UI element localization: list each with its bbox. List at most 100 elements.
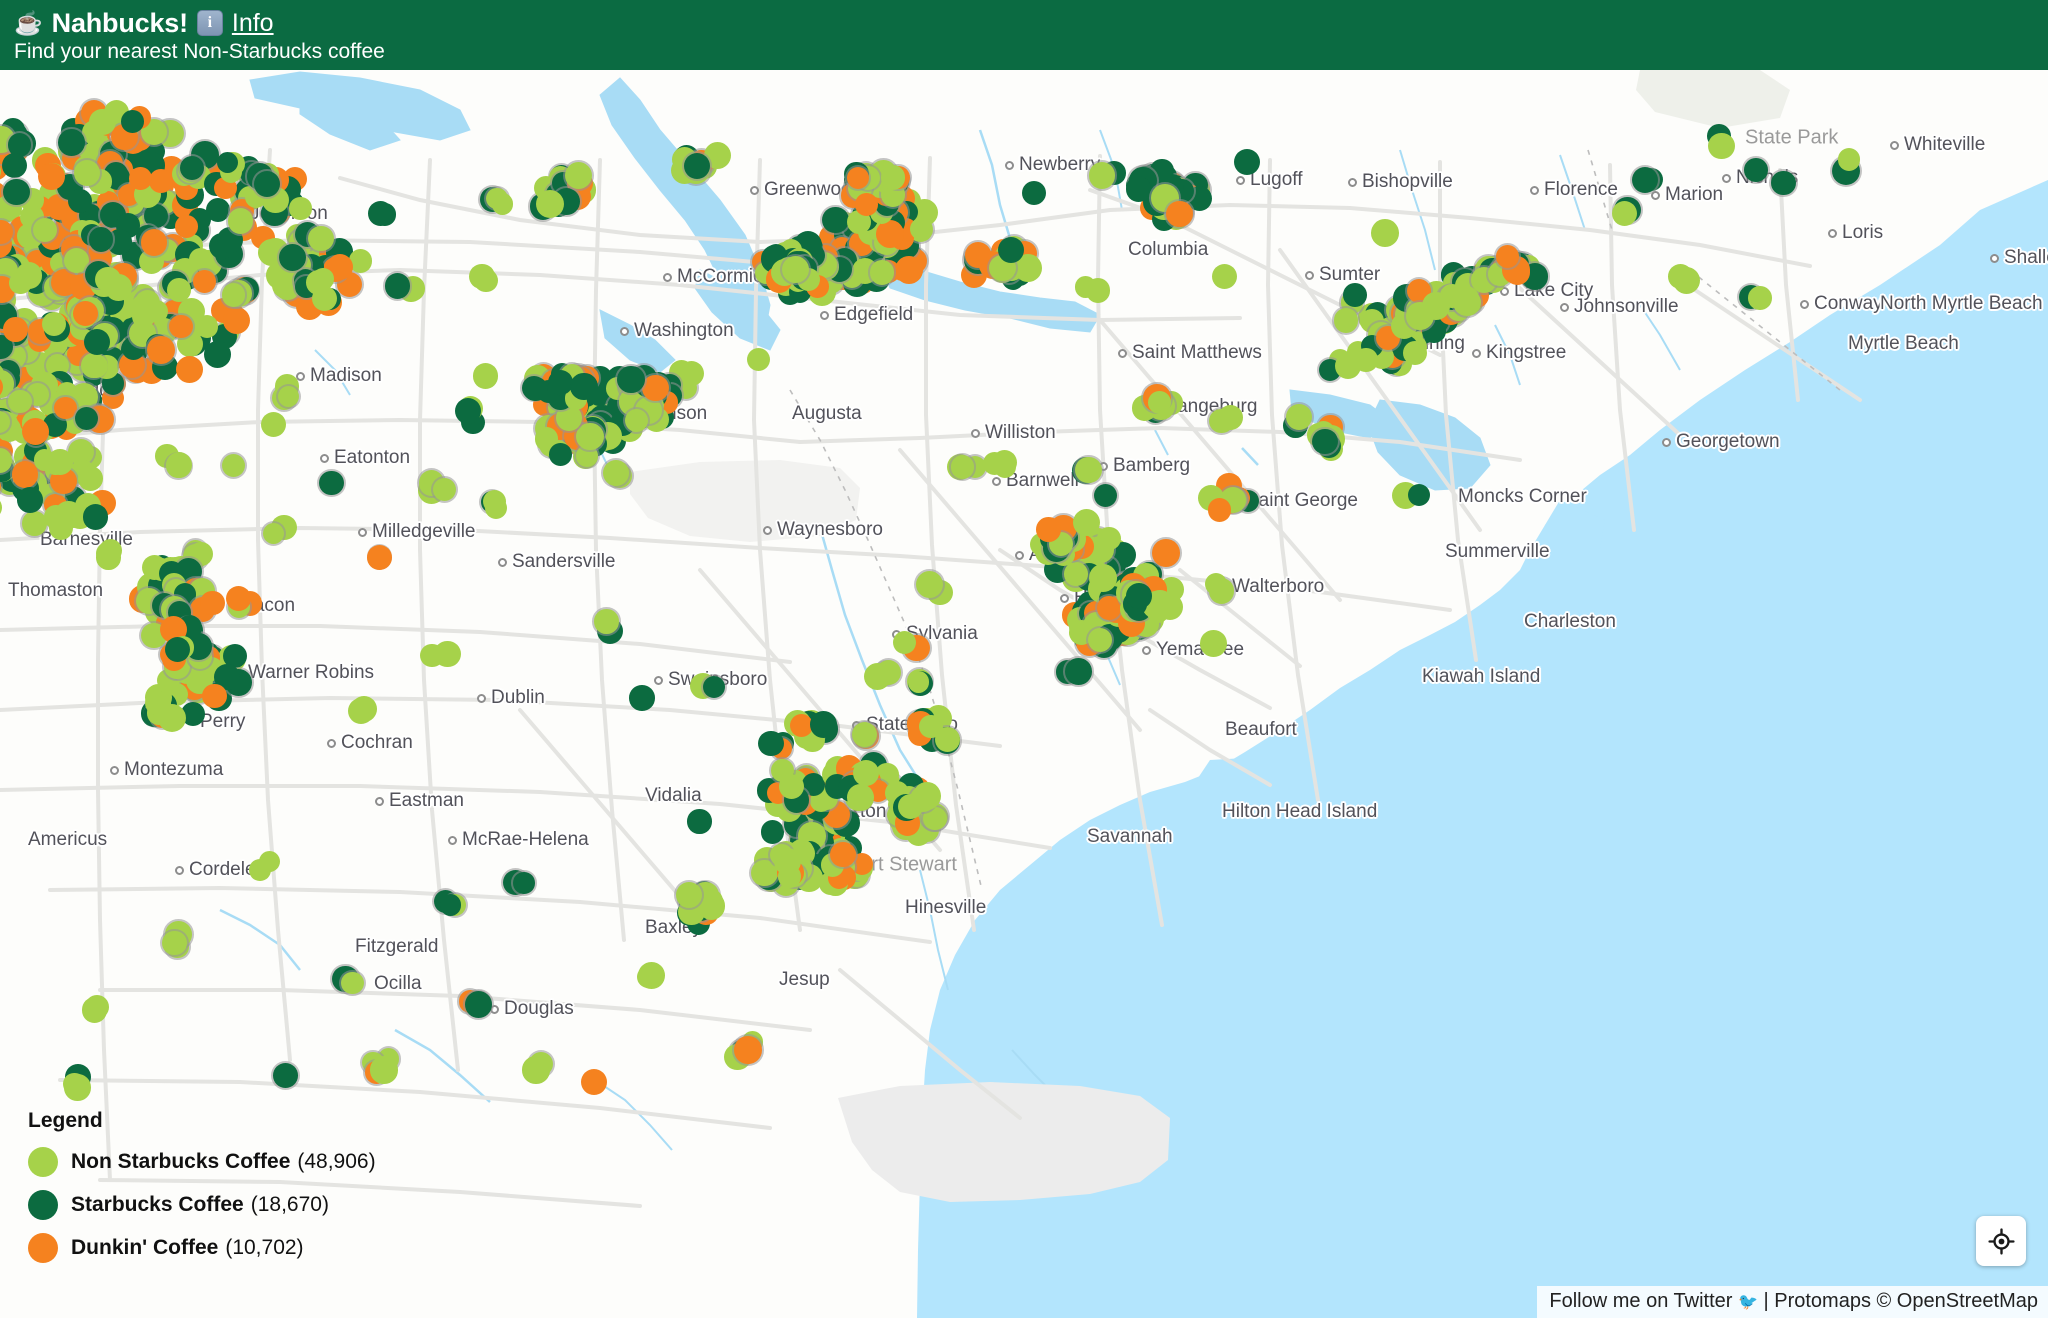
city-name: Montezuma [124, 759, 223, 781]
city-pin-icon [477, 694, 486, 703]
city-label: Sumter [1305, 264, 1380, 286]
legend-item-label: Starbucks Coffee [71, 1193, 244, 1217]
city-label: Madison [296, 365, 382, 387]
info-link[interactable]: Info [232, 9, 274, 38]
protomaps-link[interactable]: Protomaps [1774, 1290, 1871, 1312]
city-name: Stonecrest [80, 338, 171, 360]
city-name: Bamberg [1113, 455, 1190, 477]
city-label: McCormick [663, 266, 772, 288]
city-pin-icon [110, 766, 119, 775]
city-label: Athens [310, 251, 369, 273]
city-name: Allendale [1029, 544, 1107, 566]
map-canvas[interactable]: WhitevilleState ParkNicholsNewberryLugof… [0, 70, 2048, 1318]
city-label: Dublin [477, 687, 545, 709]
city-label: Marion [1651, 184, 1723, 206]
city-pin-icon [1662, 438, 1671, 447]
city-label: Swainsboro [654, 669, 767, 691]
geolocate-button[interactable] [1976, 1216, 2026, 1266]
legend-swatch-icon [28, 1147, 58, 1177]
legend-item-label: Dunkin' Coffee [71, 1236, 218, 1260]
legend-item[interactable]: Starbucks Coffee(18,670) [28, 1190, 376, 1220]
city-label: Cochran [327, 732, 413, 754]
city-name: Cordele [189, 859, 256, 881]
city-name: Swainsboro [668, 669, 767, 691]
city-label: Warner Robins [248, 662, 374, 684]
city-name: Americus [28, 829, 107, 851]
city-label: Fitzgerald [355, 936, 438, 958]
city-name: Griffin [8, 469, 58, 491]
city-name: Milledgeville [372, 521, 476, 543]
city-label: Florence [1530, 179, 1618, 201]
city-name: Cochran [341, 732, 413, 754]
city-name: Orangeburg [1156, 396, 1257, 418]
city-pin-icon [663, 273, 672, 282]
city-name: Greenwood [764, 179, 862, 201]
city-name: McCormick [677, 266, 772, 288]
legend-item[interactable]: Dunkin' Coffee(10,702) [28, 1233, 376, 1263]
app-subtitle: Find your nearest Non-Starbucks coffee [14, 40, 2048, 64]
city-label: Saluda [840, 239, 913, 261]
city-name: Bishopville [1362, 171, 1453, 193]
city-name: Jesup [779, 969, 830, 991]
city-name: State Park [1745, 127, 1838, 150]
twitter-link[interactable]: Follow me on Twitter [1549, 1290, 1732, 1312]
city-label: Perry [200, 711, 245, 733]
twitter-bird-icon: 🐦 [1738, 1294, 1758, 1311]
city-pin-icon [1236, 176, 1245, 185]
city-name: Sandersville [512, 551, 616, 573]
city-label: Ocilla [374, 973, 422, 995]
city-pin-icon [175, 866, 184, 875]
city-label: Summerville [1445, 541, 1550, 563]
city-pin-icon [808, 808, 817, 817]
city-label: Columbia [1128, 239, 1208, 261]
legend-title: Legend [28, 1109, 376, 1133]
city-name: Warner Robins [248, 662, 374, 684]
legend-item[interactable]: Non Starbucks Coffee(48,906) [28, 1147, 376, 1177]
city-label: Thomson [614, 403, 707, 425]
city-label: Stonecrest [80, 338, 171, 360]
city-pin-icon [1378, 340, 1387, 349]
city-label: Milledgeville [358, 521, 476, 543]
info-icon[interactable]: i [197, 10, 223, 36]
city-label: Newberry [1005, 154, 1100, 176]
city-name: Hilton Head Island [1222, 801, 1377, 823]
header-title-row: ☕ Nahbucks! i Info [14, 5, 2048, 41]
city-pin-icon [750, 186, 759, 195]
city-pin-icon [1005, 161, 1014, 170]
city-pin-icon [1472, 349, 1481, 358]
city-name: Hampton [1074, 587, 1151, 609]
city-name: Washington [634, 320, 734, 342]
city-pin-icon [1142, 646, 1151, 655]
city-name: Savannah [1087, 826, 1173, 848]
city-name: Saint Matthews [1132, 342, 1262, 364]
city-label: State Park [1745, 127, 1838, 150]
city-label: Nichols [1722, 167, 1798, 189]
city-label: Americus [28, 829, 107, 851]
city-name: Fort Stewart [848, 854, 957, 877]
nahbucks-app: ☕ Nahbucks! i Info Find your nearest Non… [0, 0, 2048, 1318]
city-name: Perry [200, 711, 245, 733]
city-name: Shallotte [2004, 247, 2048, 269]
city-label: McRae-Helena [448, 829, 589, 851]
city-label: Saint George [1232, 490, 1358, 512]
city-name: Lugoff [1250, 169, 1302, 191]
city-label: Bamberg [1099, 455, 1190, 477]
city-name: Loris [1842, 222, 1883, 244]
city-name: Walterboro [1232, 576, 1324, 598]
city-name: Barnesville [40, 529, 133, 551]
city-label: Myrtle Beach [1848, 333, 1959, 355]
city-label: Stockbridge [20, 380, 120, 402]
city-label: Montezuma [110, 759, 223, 781]
city-name: Manning [1392, 333, 1465, 355]
city-label: North Myrtle Beach [1880, 293, 2043, 315]
city-name: Newberry [1019, 154, 1100, 176]
city-pin-icon [971, 429, 980, 438]
city-label: Saint Matthews [1118, 342, 1262, 364]
openstreetmap-link[interactable]: © OpenStreetMap [1877, 1290, 2038, 1312]
city-name: Beaufort [1225, 719, 1297, 741]
city-pin-icon [490, 1005, 499, 1014]
city-name: Marion [1665, 184, 1723, 206]
city-label: Walterboro [1218, 576, 1324, 598]
city-pin-icon [852, 721, 861, 730]
city-pin-icon [1828, 229, 1837, 238]
